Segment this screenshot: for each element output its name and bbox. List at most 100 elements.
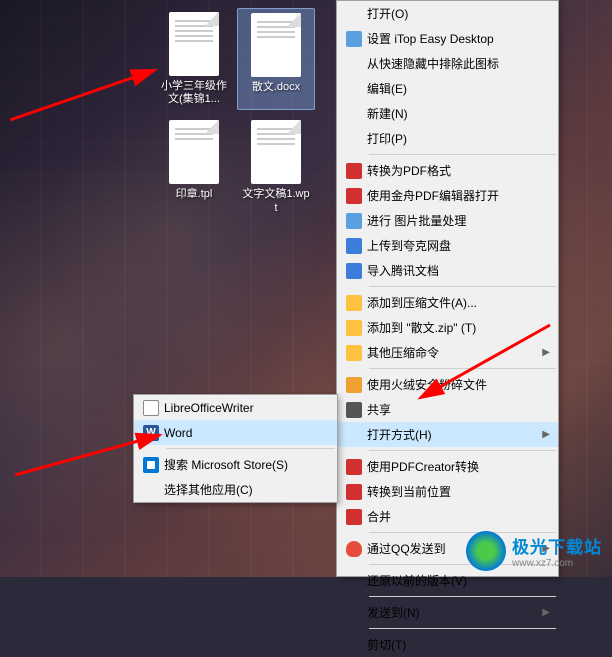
- context-menu-item[interactable]: 设置 iTop Easy Desktop: [337, 26, 558, 51]
- menu-separator: [369, 450, 556, 451]
- context-menu-item[interactable]: 进行 图片批量处理: [337, 208, 558, 233]
- watermark-logo-icon: [466, 531, 506, 571]
- menu-item-label: 转换到当前位置: [367, 483, 550, 500]
- context-menu-main: 打开(O) 设置 iTop Easy Desktop 从快速隐藏中排除此图标编辑(E…: [336, 0, 559, 577]
- menu-item-label: 导入腾讯文档: [367, 262, 550, 279]
- file-label: 文字文稿1.wpt: [241, 188, 311, 214]
- watermark-url: www.xz7.com: [512, 558, 602, 569]
- zip-icon: [341, 343, 367, 363]
- menu-item-label: 剪切(T): [367, 636, 550, 653]
- context-menu-item[interactable]: 编辑(E): [337, 76, 558, 101]
- context-menu-item[interactable]: 添加到 "散文.zip" (T): [337, 315, 558, 340]
- store-icon: [138, 455, 164, 475]
- menu-item-label: Word: [164, 426, 329, 440]
- menu-item-label: 转换为PDF格式: [367, 162, 550, 179]
- lo-icon: [138, 398, 164, 418]
- file-label: 印章.tpl: [176, 188, 213, 201]
- context-menu-item[interactable]: 转换到当前位置: [337, 479, 558, 504]
- menu-item-label: 使用火绒安全粉碎文件: [367, 376, 550, 393]
- context-menu-item[interactable]: 使用PDFCreator转换: [337, 454, 558, 479]
- menu-separator: [369, 368, 556, 369]
- menu-item-label: 其他压缩命令: [367, 344, 542, 361]
- file-icon-tpl[interactable]: 印章.tpl: [155, 116, 233, 218]
- menu-separator: [369, 596, 556, 597]
- watermark: 极光下载站 www.xz7.com: [466, 531, 602, 571]
- context-menu-item[interactable]: 共享: [337, 397, 558, 422]
- pdfcreator-icon: [341, 482, 367, 502]
- menu-item-label: 设置 iTop Easy Desktop: [367, 30, 550, 47]
- menu-item-label: 进行 图片批量处理: [367, 212, 550, 229]
- menu-item-label: 使用金舟PDF编辑器打开: [367, 187, 550, 204]
- submenu-arrow-icon: ▶: [542, 607, 550, 618]
- file-thumbnail: [169, 12, 219, 76]
- file-thumbnail: [169, 120, 219, 184]
- context-menu-item[interactable]: 发送到(N)▶: [337, 600, 558, 625]
- file-label: 散文.docx: [252, 81, 300, 94]
- grid-icon: [341, 29, 367, 49]
- context-menu-item[interactable]: 新建(N): [337, 101, 558, 126]
- qq-icon: [341, 539, 367, 559]
- submenu-arrow-icon: ▶: [542, 429, 550, 440]
- tencent-icon: [341, 261, 367, 281]
- menu-item-label: 合并: [367, 508, 550, 525]
- menu-item-label: LibreOfficeWriter: [164, 401, 329, 415]
- pdfcreator-icon: [341, 507, 367, 527]
- menu-item-label: 使用PDFCreator转换: [367, 458, 550, 475]
- menu-item-label: 编辑(E): [367, 80, 550, 97]
- open-with-menu-item[interactable]: 搜索 Microsoft Store(S): [134, 452, 337, 477]
- watermark-brand: 极光下载站: [512, 533, 602, 558]
- menu-item-label: 搜索 Microsoft Store(S): [164, 456, 329, 473]
- menu-item-label: 还原以前的版本(V): [367, 572, 550, 589]
- open-with-menu-item[interactable]: 选择其他应用(C): [134, 477, 337, 502]
- open-with-menu-item[interactable]: Word: [134, 420, 337, 445]
- menu-item-label: 添加到 "散文.zip" (T): [367, 319, 550, 336]
- menu-separator: [369, 154, 556, 155]
- context-menu-item[interactable]: 导入腾讯文档: [337, 258, 558, 283]
- desktop-icons-area: 小学三年级作文(集锦1... 散文.docx 印章.tpl 文字文稿1.wpt: [155, 8, 315, 219]
- menu-item-label: 共享: [367, 401, 550, 418]
- context-menu-item[interactable]: 转换为PDF格式: [337, 158, 558, 183]
- context-menu-open-with: LibreOfficeWriter Word 搜索 Microsoft Store(…: [133, 394, 338, 503]
- file-thumbnail: [251, 120, 301, 184]
- menu-item-label: 打开方式(H): [367, 426, 542, 443]
- context-menu-item[interactable]: 剪切(T): [337, 632, 558, 657]
- menu-item-label: 新建(N): [367, 105, 550, 122]
- context-menu-item[interactable]: 其他压缩命令▶: [337, 340, 558, 365]
- zip-icon: [341, 318, 367, 338]
- menu-item-label: 上传到夸克网盘: [367, 237, 550, 254]
- img-icon: [341, 211, 367, 231]
- menu-separator: [166, 448, 335, 449]
- file-label: 小学三年级作文(集锦1...: [159, 80, 229, 106]
- context-menu-item[interactable]: 合并: [337, 504, 558, 529]
- context-menu-item[interactable]: 还原以前的版本(V): [337, 568, 558, 593]
- huorong-icon: [341, 375, 367, 395]
- open-with-menu-item[interactable]: LibreOfficeWriter: [134, 395, 337, 420]
- pdfcreator-icon: [341, 457, 367, 477]
- file-icon-docx-selected[interactable]: 散文.docx: [237, 8, 315, 110]
- zip-icon: [341, 293, 367, 313]
- context-menu-item[interactable]: 添加到压缩文件(A)...: [337, 290, 558, 315]
- pdf-icon: [341, 161, 367, 181]
- context-menu-item[interactable]: 使用火绒安全粉碎文件: [337, 372, 558, 397]
- menu-item-label: 打印(P): [367, 130, 550, 147]
- pdf-icon: [341, 186, 367, 206]
- menu-item-label: 添加到压缩文件(A)...: [367, 294, 550, 311]
- context-menu-item[interactable]: 打开(O): [337, 1, 558, 26]
- file-icon-wpt[interactable]: 文字文稿1.wpt: [237, 116, 315, 218]
- context-menu-item[interactable]: 打开方式(H)▶: [337, 422, 558, 447]
- menu-item-label: 从快速隐藏中排除此图标: [367, 55, 550, 72]
- menu-separator: [369, 286, 556, 287]
- context-menu-item[interactable]: 从快速隐藏中排除此图标: [337, 51, 558, 76]
- menu-separator: [369, 628, 556, 629]
- menu-item-label: 选择其他应用(C): [164, 481, 329, 498]
- context-menu-item[interactable]: 使用金舟PDF编辑器打开: [337, 183, 558, 208]
- file-icon-docx[interactable]: 小学三年级作文(集锦1...: [155, 8, 233, 110]
- share-icon: [341, 400, 367, 420]
- submenu-arrow-icon: ▶: [542, 347, 550, 358]
- context-menu-item[interactable]: 打印(P): [337, 126, 558, 151]
- file-thumbnail: [251, 13, 301, 77]
- menu-item-label: 发送到(N): [367, 604, 542, 621]
- context-menu-item[interactable]: 上传到夸克网盘: [337, 233, 558, 258]
- cloud-icon: [341, 236, 367, 256]
- menu-item-label: 打开(O): [367, 5, 550, 22]
